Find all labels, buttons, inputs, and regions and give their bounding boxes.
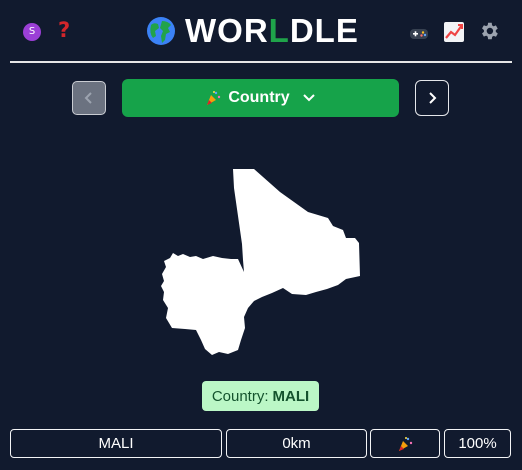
header-divider bbox=[10, 61, 512, 63]
answer-prefix: Country: bbox=[211, 387, 269, 405]
chevron-left-icon bbox=[84, 92, 92, 104]
country-silhouette bbox=[161, 169, 360, 355]
chart-icon[interactable] bbox=[443, 21, 465, 43]
previous-button[interactable] bbox=[72, 81, 106, 115]
guess-proximity-cell: 100% bbox=[444, 429, 511, 458]
globe-icon bbox=[147, 17, 175, 45]
gamepad-icon[interactable] bbox=[408, 22, 430, 44]
guess-distance: 0km bbox=[282, 435, 311, 452]
help-button[interactable]: ? bbox=[58, 18, 70, 42]
app-title: WORLDLE bbox=[185, 12, 359, 49]
user-badge[interactable]: S bbox=[23, 23, 41, 41]
mode-label: Country bbox=[228, 89, 290, 106]
answer-value: MALI bbox=[272, 387, 310, 405]
answer-reveal: Country: MALI bbox=[202, 381, 319, 411]
guess-country: MALI bbox=[98, 435, 134, 452]
guess-distance-cell: 0km bbox=[226, 429, 367, 458]
logo: WORLDLE bbox=[146, 14, 359, 48]
header: S ? WORLDLE bbox=[0, 0, 522, 62]
chevron-down-icon bbox=[302, 94, 315, 102]
guess-proximity: 100% bbox=[458, 435, 497, 452]
gear-icon[interactable] bbox=[478, 20, 500, 42]
next-button[interactable] bbox=[415, 80, 449, 116]
chevron-right-icon bbox=[429, 92, 437, 104]
guess-country-cell: MALI bbox=[10, 429, 222, 458]
party-popper-icon bbox=[207, 91, 221, 105]
mode-selector[interactable]: Country bbox=[122, 79, 399, 117]
guess-direction-cell bbox=[370, 429, 440, 458]
party-popper-icon bbox=[399, 436, 413, 451]
